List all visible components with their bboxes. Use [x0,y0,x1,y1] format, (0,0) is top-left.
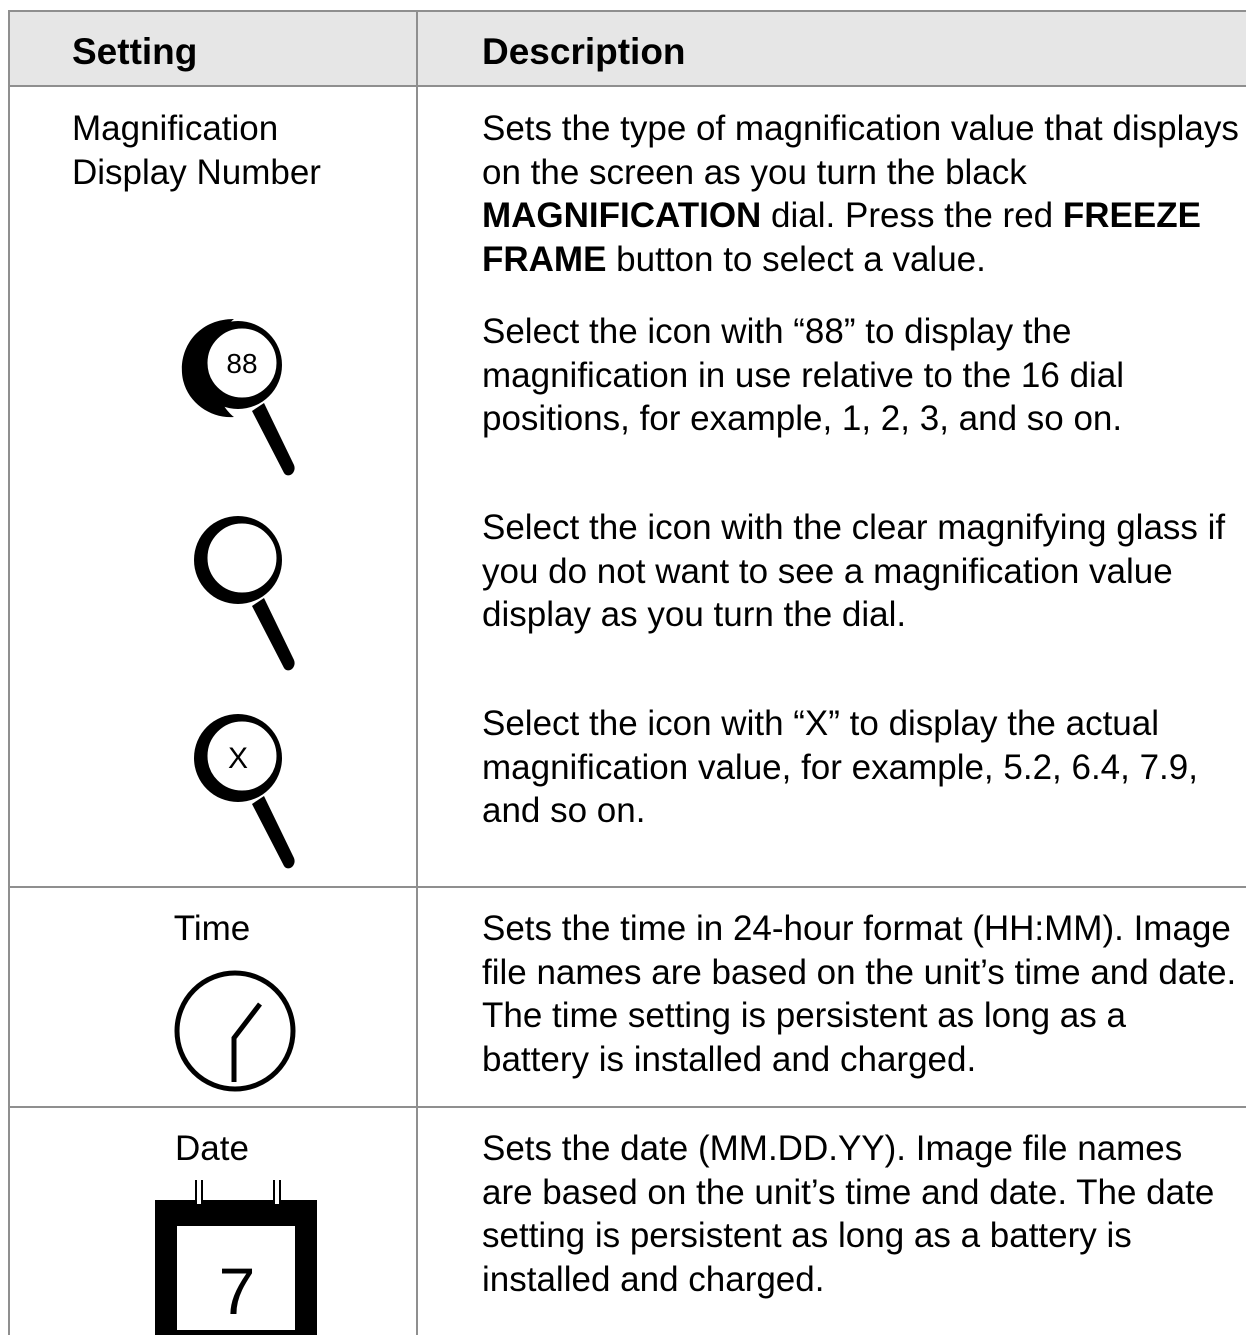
desc-text: button to select a value. [606,239,986,279]
magnifier-x-icon: X [194,714,295,869]
setting-magnification-label: Magnification Display Number [72,107,412,194]
date-description: Sets the date (MM.DD.YY). Image file nam… [482,1129,1215,1299]
magnification-88-description: Select the icon with “88” to display the… [482,312,1125,439]
setting-line: Display Number [72,152,321,192]
header-setting: Setting [72,31,198,72]
clock-icon [174,970,296,1092]
setting-line: Magnification [72,109,279,148]
magnifier-88-label: 88 [226,348,257,379]
header-description: Description [482,31,686,72]
row-divider [8,1106,1246,1108]
column-divider [416,10,418,1335]
time-description: Sets the time in 24-hour format (HH:MM).… [482,909,1237,1079]
desc-text: Sets the type of magnification value tha… [482,109,1239,192]
magnification-description: Sets the type of magnification value tha… [482,107,1242,281]
magnifier-clear-icon [194,516,295,671]
magnification-x-description: Select the icon with “X” to display the … [482,704,1198,831]
desc-bold-magnification: MAGNIFICATION [482,196,762,236]
magnifier-88-icon: 88 [181,319,295,476]
setting-date-label: Date [175,1129,249,1168]
calendar-day-number: 7 [219,1254,256,1328]
calendar-icon: 7 [155,1180,317,1335]
magnification-clear-description: Select the icon with the clear magnifyin… [482,508,1226,635]
magnifier-x-label: X [228,742,248,775]
setting-time-label: Time [173,909,251,948]
settings-table: Setting Description Magnification Displa… [8,10,1246,1335]
desc-text: dial. Press the red [761,196,1063,236]
table-header: Setting Description [8,10,1246,87]
row-divider [8,886,1246,888]
